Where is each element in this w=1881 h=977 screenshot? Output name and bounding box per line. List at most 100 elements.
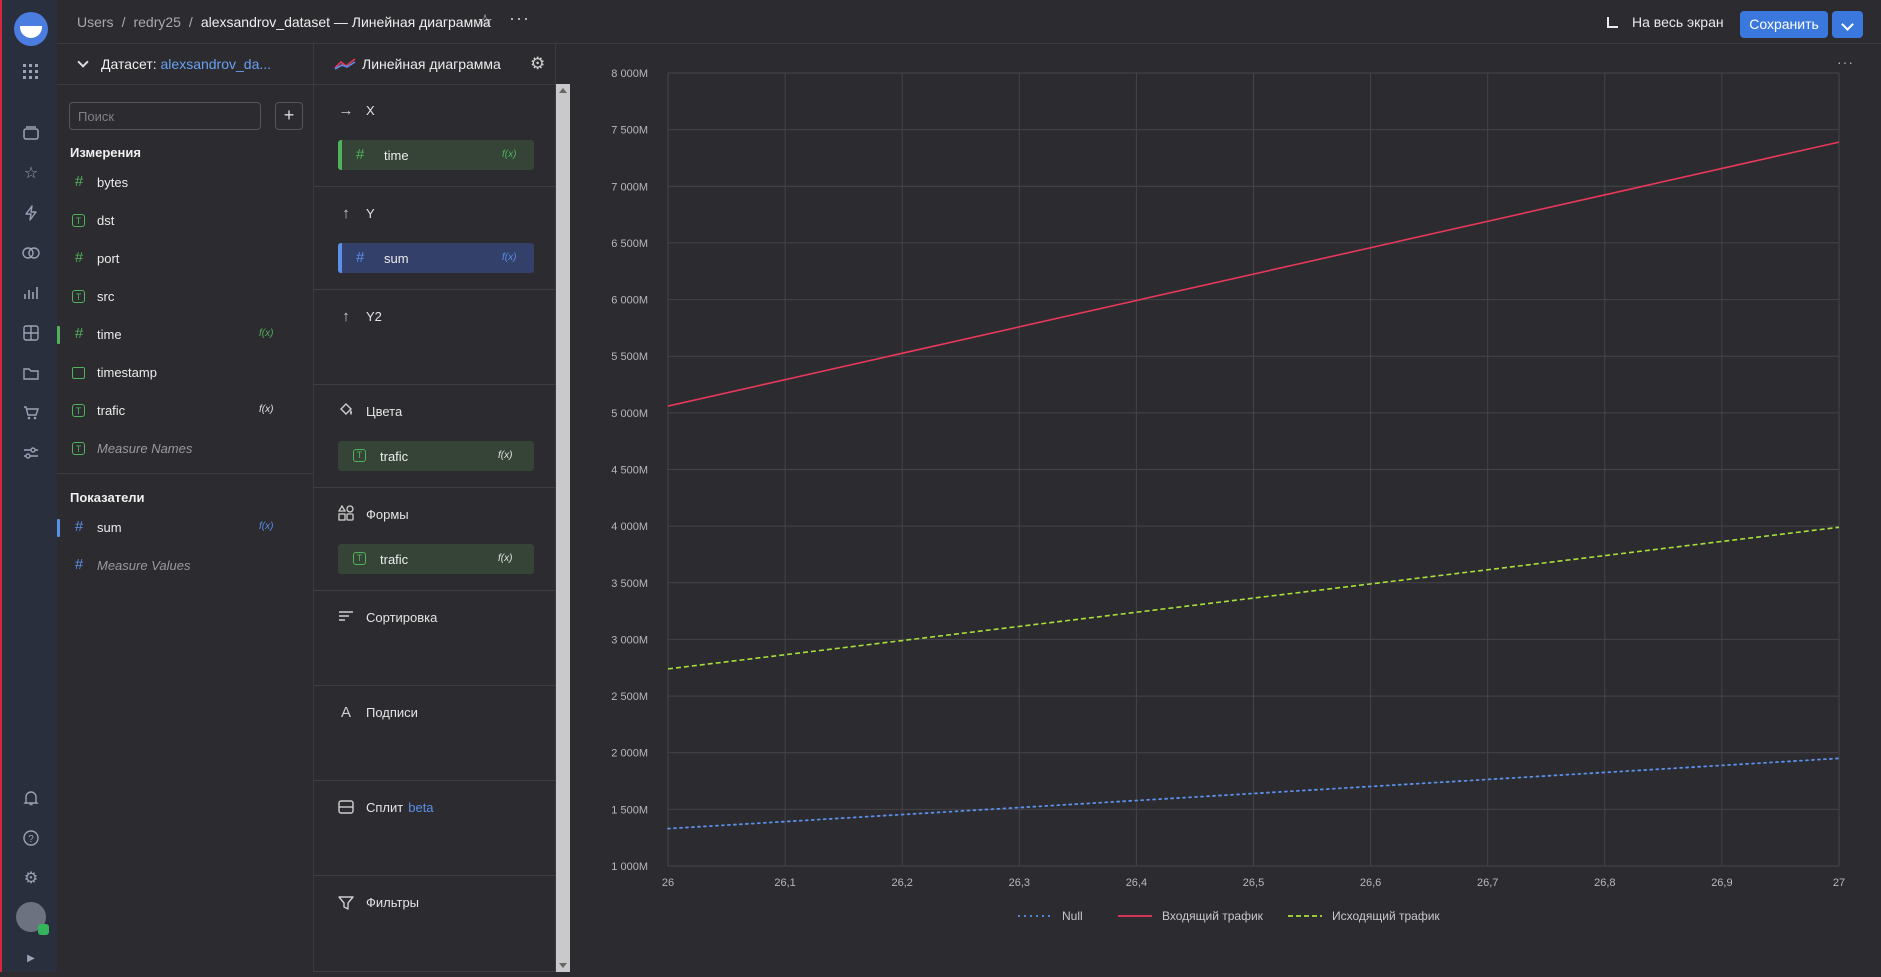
selected-marker: [57, 519, 60, 537]
x-tick-label: 26,6: [1360, 877, 1381, 889]
line-chart: 1 000M 1 500M 2 000M 2 500M 3 000M 3 500M 4 00…: [611, 68, 1845, 923]
measure-item[interactable]: # Measure Values: [57, 551, 314, 581]
y-tick-label: 8 000M: [611, 68, 648, 80]
field-name: src: [97, 289, 115, 304]
number-type-icon: #: [74, 518, 84, 535]
dimension-item[interactable]: Tdst: [57, 206, 314, 236]
panel-scrollbar[interactable]: [556, 84, 570, 972]
hash-icon: #: [356, 249, 365, 266]
field-name: bytes: [97, 175, 129, 190]
breadcrumb-users[interactable]: Users: [77, 14, 114, 30]
apps-grid-icon[interactable]: [20, 61, 42, 83]
x-tick-label: 26: [662, 877, 674, 889]
more-menu-icon[interactable]: ···: [509, 8, 530, 29]
string-type-icon: T: [353, 449, 366, 462]
chart-settings-gear-icon[interactable]: ⚙: [530, 54, 548, 73]
string-type-icon: T: [72, 214, 85, 227]
chart-menu-icon[interactable]: ···: [1837, 54, 1854, 70]
dimension-item[interactable]: Tsrc: [57, 282, 314, 312]
notifications-bell-icon[interactable]: [20, 787, 42, 809]
section-filters-title: Фильтры: [366, 895, 420, 910]
selected-marker: [57, 326, 60, 344]
x-tick-label: 26,5: [1243, 877, 1264, 889]
dimension-item[interactable]: # bytes: [57, 168, 314, 198]
marketplace-cart-icon[interactable]: [20, 402, 42, 424]
number-type-icon: #: [74, 556, 84, 573]
save-dropdown-button[interactable]: [1832, 11, 1863, 38]
x-tick-label: 26,1: [774, 877, 795, 889]
dimension-item[interactable]: timestamp: [57, 358, 314, 388]
formula-icon: f(x): [259, 328, 274, 339]
dimension-item[interactable]: T Measure Names: [57, 434, 314, 464]
dataset-header[interactable]: Датасет: alexsandrov_da...: [77, 56, 272, 72]
help-icon[interactable]: ?: [20, 827, 42, 849]
y-tick-label: 5 500M: [611, 351, 648, 363]
field-name: timestamp: [97, 365, 157, 380]
favorite-star-icon[interactable]: ☆: [477, 11, 493, 32]
charts-bars-icon[interactable]: [20, 282, 42, 304]
measure-item[interactable]: # sum f(x): [57, 513, 314, 543]
string-type-icon: T: [72, 290, 85, 303]
section-split: Сплит beta: [314, 781, 556, 876]
settings-gear-icon[interactable]: ⚙: [20, 867, 42, 889]
section-sort: Сортировка: [314, 591, 556, 686]
scroll-down-icon[interactable]: [559, 963, 567, 968]
section-x-title: X: [366, 103, 375, 118]
split-label: Сплит: [366, 800, 404, 815]
connections-bolt-icon[interactable]: [20, 202, 42, 224]
dimensions-title: Измерения: [70, 145, 141, 160]
legend-label: Входящий трафик: [1162, 909, 1264, 923]
y-tick-label: 2 500M: [611, 691, 648, 703]
section-y2: ↑ Y2: [314, 290, 556, 385]
add-field-button[interactable]: +: [275, 102, 303, 130]
expand-rail-icon[interactable]: ▶: [20, 947, 42, 969]
settings-sliders-icon[interactable]: [20, 442, 42, 464]
field-search-input[interactable]: [69, 102, 261, 130]
number-type-icon: #: [74, 249, 84, 266]
dimension-item[interactable]: # port: [57, 244, 314, 274]
string-type-icon: T: [72, 404, 85, 417]
colors-field-chip[interactable]: Ttrafic f(x): [338, 441, 534, 471]
fullscreen-button[interactable]: На весь экран: [1607, 14, 1724, 30]
formula-icon: f(x): [502, 149, 517, 160]
section-y-title: Y: [366, 206, 375, 221]
folder-icon[interactable]: [20, 362, 42, 384]
app-logo-icon[interactable]: [14, 12, 48, 46]
formula-icon: f(x): [498, 450, 513, 461]
favorites-star-icon[interactable]: ☆: [20, 162, 42, 184]
chart-type-selector[interactable]: Линейная диаграмма: [334, 56, 501, 72]
shapes-icon: [337, 504, 354, 521]
section-shapes-title: Формы: [366, 507, 409, 522]
section-labels: A Подписи: [314, 686, 556, 781]
number-type-icon: #: [74, 173, 84, 190]
scroll-up-icon[interactable]: [559, 88, 567, 93]
breadcrumb-folder[interactable]: redry25: [133, 14, 180, 30]
breadcrumb: Users / redry25/alexsandrov_dataset — Лине…: [77, 14, 491, 30]
x-field-chip[interactable]: # time f(x): [338, 140, 534, 170]
x-field-name: time: [384, 148, 409, 163]
dataset-name-link[interactable]: alexsandrov_da...: [161, 56, 272, 72]
y-tick-label: 3 000M: [611, 634, 648, 646]
breadcrumb-current: alexsandrov_dataset — Линейная диаграмма: [200, 14, 491, 30]
date-type-icon: [72, 367, 85, 379]
dimension-item[interactable]: Ttrafic f(x): [57, 396, 314, 426]
save-button[interactable]: Сохранить: [1740, 11, 1828, 38]
y-field-chip[interactable]: # sum f(x): [338, 243, 534, 273]
nav-rail: ☆ ? ⚙ ▶: [0, 0, 57, 972]
formula-icon: f(x): [259, 404, 274, 415]
field-name: Measure Names: [97, 441, 193, 456]
shapes-field-chip[interactable]: Ttrafic f(x): [338, 544, 534, 574]
collections-icon[interactable]: [20, 122, 42, 144]
datasets-rings-icon[interactable]: [20, 242, 42, 264]
split-icon: [338, 800, 354, 816]
x-tick-label: 26,8: [1594, 877, 1615, 889]
string-type-icon: T: [72, 442, 85, 455]
y-tick-label: 7 500M: [611, 125, 648, 137]
legend-label: Null: [1062, 909, 1083, 923]
field-name: dst: [97, 213, 115, 228]
formula-icon: f(x): [502, 252, 517, 263]
dashboards-icon[interactable]: [20, 322, 42, 344]
x-tick-label: 26,9: [1711, 877, 1732, 889]
field-name: sum: [97, 520, 122, 535]
dimension-item[interactable]: # time f(x): [57, 320, 314, 350]
